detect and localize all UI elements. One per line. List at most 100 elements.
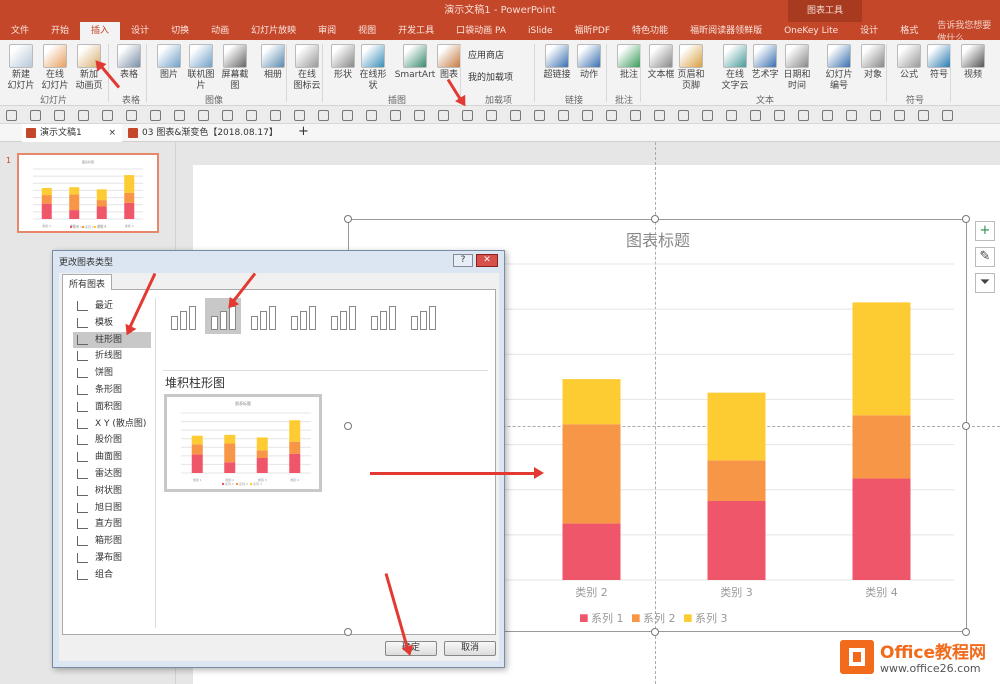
toolbar-icon[interactable] (726, 110, 737, 121)
ribbon-button-16[interactable]: 文本框 (644, 44, 678, 81)
toolbar-icon[interactable] (582, 110, 593, 121)
tab-5[interactable]: 动画 (200, 22, 240, 40)
resize-handle[interactable] (962, 422, 970, 430)
toolbar-icon[interactable] (774, 110, 785, 121)
chart-type-item[interactable]: X Y (散点图) (73, 416, 151, 432)
subtype-option-5[interactable] (365, 298, 401, 334)
toolbar-icon[interactable] (246, 110, 257, 121)
ribbon-small-1[interactable]: 我的加载项 (468, 70, 513, 83)
tab-4[interactable]: 切换 (160, 22, 200, 40)
toolbar-icon[interactable] (750, 110, 761, 121)
tab-17[interactable]: 格式 (889, 22, 929, 40)
toolbar-icon[interactable] (558, 110, 569, 121)
toolbar-icon[interactable] (534, 110, 545, 121)
toolbar-icon[interactable] (894, 110, 905, 121)
ribbon-button-6[interactable]: 屏幕截图 (218, 44, 252, 92)
tab-10[interactable]: 口袋动画 PA (445, 22, 517, 40)
ribbon-button-22[interactable]: 对象 (856, 44, 890, 81)
chart-type-item[interactable]: 雷达图 (73, 466, 151, 482)
resize-handle[interactable] (344, 628, 352, 636)
toolbar-icon[interactable] (486, 110, 497, 121)
ribbon-button-7[interactable]: 相册 (256, 44, 290, 81)
tab-all-charts[interactable]: 所有图表 (62, 274, 113, 290)
tab-6[interactable]: 幻灯片放映 (240, 22, 307, 40)
toolbar-icon[interactable] (6, 110, 17, 121)
subtype-option-3[interactable] (285, 298, 321, 334)
tab-12[interactable]: 福昕PDF (564, 22, 622, 40)
toolbar-icon[interactable] (654, 110, 665, 121)
ribbon-button-10[interactable]: 在线形状 (356, 44, 390, 92)
chart-type-item[interactable]: 柱形图 (73, 331, 151, 348)
tab-9[interactable]: 开发工具 (387, 22, 445, 40)
help-button[interactable]: ? (453, 254, 473, 267)
resize-handle[interactable] (651, 215, 659, 223)
ribbon-button-14[interactable]: 动作 (572, 44, 606, 81)
tab-16[interactable]: 设计 (849, 22, 889, 40)
subtype-option-0[interactable] (165, 298, 201, 334)
ribbon-button-1[interactable]: 在线 幻灯片 (38, 44, 72, 92)
toolbar-icon[interactable] (126, 110, 137, 121)
chart-filter-button[interactable]: ⏷ (975, 273, 995, 293)
toolbar-icon[interactable] (174, 110, 185, 121)
chart-styles-button[interactable]: ✎ (975, 247, 995, 267)
chart-type-item[interactable]: 模板 (73, 315, 151, 331)
ribbon-small-0[interactable]: 应用商店 (468, 48, 504, 61)
tab-0[interactable]: 文件 (0, 22, 40, 40)
doc-tab[interactable]: 03 图表&渐变色【2018.08.17】 (124, 124, 294, 142)
ribbon-button-20[interactable]: 日期和时间 (780, 44, 814, 92)
toolbar-icon[interactable] (150, 110, 161, 121)
resize-handle[interactable] (344, 422, 352, 430)
chart-type-item[interactable]: 箱形图 (73, 533, 151, 549)
toolbar-icon[interactable] (822, 110, 833, 121)
toolbar-icon[interactable] (630, 110, 641, 121)
tab-14[interactable]: 福昕阅读器领鲜版 (679, 22, 773, 40)
ribbon-button-13[interactable]: 超链接 (540, 44, 574, 81)
resize-handle[interactable] (962, 628, 970, 636)
subtype-option-6[interactable] (405, 298, 441, 334)
toolbar-icon[interactable] (606, 110, 617, 121)
tab-15[interactable]: OneKey Lite (773, 22, 849, 40)
toolbar-icon[interactable] (942, 110, 953, 121)
ribbon-button-21[interactable]: 幻灯片 编号 (822, 44, 856, 92)
ribbon-button-23[interactable]: 公式 (892, 44, 926, 81)
toolbar-icon[interactable] (54, 110, 65, 121)
tab-1[interactable]: 开始 (40, 22, 80, 40)
ribbon-button-0[interactable]: 新建 幻灯片 (4, 44, 38, 92)
toolbar-icon[interactable] (798, 110, 809, 121)
toolbar-icon[interactable] (78, 110, 89, 121)
new-tab-button[interactable]: + (298, 124, 309, 139)
close-icon[interactable]: × (108, 124, 116, 142)
toolbar-icon[interactable] (222, 110, 233, 121)
toolbar-icon[interactable] (30, 110, 41, 121)
tab-3[interactable]: 设计 (120, 22, 160, 40)
toolbar-icon[interactable] (678, 110, 689, 121)
slide-thumbnail[interactable]: 图表标题 类别 1 类别 2 类别 3 类别 4 系列 1 系列 2 系列 3 (17, 153, 159, 233)
chart-type-item[interactable]: 饼图 (73, 365, 151, 381)
toolbar-icon[interactable] (702, 110, 713, 121)
ribbon-button-3[interactable]: 表格 (112, 44, 146, 81)
chart-type-item[interactable]: 组合 (73, 567, 151, 583)
toolbar-icon[interactable] (438, 110, 449, 121)
toolbar-icon[interactable] (318, 110, 329, 121)
toolbar-icon[interactable] (366, 110, 377, 121)
ribbon-button-17[interactable]: 页眉和页脚 (674, 44, 708, 92)
chart-type-item[interactable]: 折线图 (73, 348, 151, 364)
ribbon-button-5[interactable]: 联机图片 (184, 44, 218, 92)
tab-7[interactable]: 审阅 (307, 22, 347, 40)
tab-11[interactable]: iSlide (517, 22, 563, 40)
toolbar-icon[interactable] (102, 110, 113, 121)
ribbon-button-19[interactable]: 艺术字 (748, 44, 782, 81)
chart-type-item[interactable]: 股价图 (73, 432, 151, 448)
toolbar-icon[interactable] (294, 110, 305, 121)
chart-elements-button[interactable]: + (975, 221, 995, 241)
toolbar-icon[interactable] (198, 110, 209, 121)
ribbon-button-4[interactable]: 图片 (152, 44, 186, 81)
tab-8[interactable]: 视图 (347, 22, 387, 40)
chart-type-item[interactable]: 直方图 (73, 516, 151, 532)
tab-13[interactable]: 特色功能 (621, 22, 679, 40)
ribbon-button-25[interactable]: 视频 (956, 44, 990, 81)
toolbar-icon[interactable] (870, 110, 881, 121)
ribbon-button-11[interactable]: SmartArt (394, 44, 436, 81)
toolbar-icon[interactable] (390, 110, 401, 121)
chart-type-item[interactable]: 曲面图 (73, 449, 151, 465)
